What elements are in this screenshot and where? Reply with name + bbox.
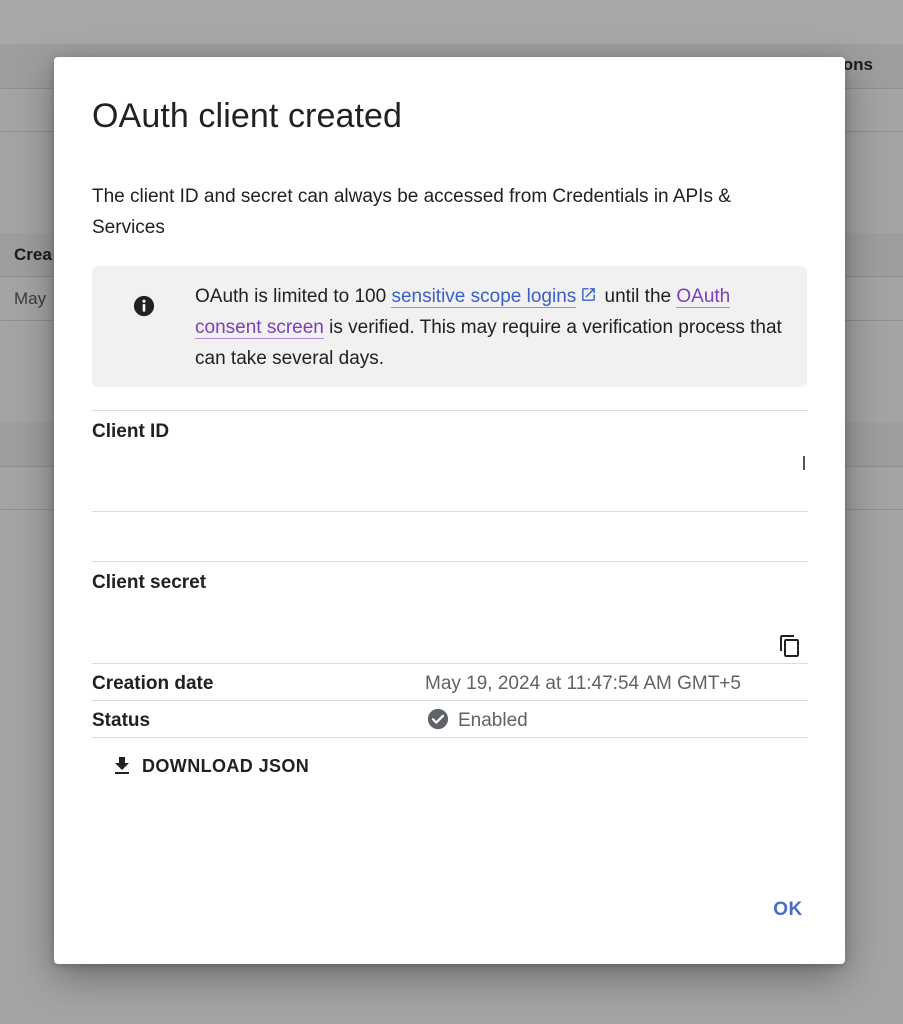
- client-id-field[interactable]: [803, 456, 805, 470]
- divider: [92, 511, 808, 512]
- dialog-title: OAuth client created: [92, 97, 403, 135]
- notice-text-part: OAuth is limited to 100: [195, 286, 392, 307]
- status-value: Enabled: [458, 710, 528, 731]
- copy-icon[interactable]: [778, 633, 802, 659]
- ok-button[interactable]: OK: [766, 893, 810, 927]
- creation-date-value: May 19, 2024 at 11:47:54 AM GMT+5: [425, 673, 741, 694]
- notice-text: OAuth is limited to 100 sensitive scope …: [195, 281, 785, 374]
- divider: [92, 737, 808, 738]
- status-label: Status: [92, 710, 151, 731]
- divider: [92, 410, 808, 411]
- divider: [92, 663, 808, 664]
- divider: [92, 700, 808, 701]
- bg-top-bar: [0, 0, 903, 44]
- bg-cell: May: [14, 289, 47, 308]
- oauth-created-dialog: OAuth client created The client ID and s…: [54, 57, 845, 964]
- download-json-button[interactable]: DOWNLOAD JSON: [110, 749, 309, 783]
- creation-date-label: Creation date: [92, 673, 214, 694]
- download-icon: [115, 757, 129, 774]
- client-id-label: Client ID: [92, 421, 170, 442]
- sensitive-scope-logins-link[interactable]: sensitive scope logins: [391, 286, 577, 308]
- external-link-icon[interactable]: [580, 286, 597, 303]
- client-secret-label: Client secret: [92, 572, 207, 593]
- check-circle-icon: [427, 708, 449, 730]
- info-icon: [133, 295, 155, 317]
- download-json-label: DOWNLOAD JSON: [142, 755, 310, 776]
- notice-text-part: until the: [599, 286, 677, 307]
- bg-column-header: Crea: [14, 245, 52, 264]
- info-notice: OAuth is limited to 100 sensitive scope …: [92, 266, 807, 387]
- divider: [92, 561, 808, 562]
- dialog-intro-text: The client ID and secret can always be a…: [92, 186, 731, 238]
